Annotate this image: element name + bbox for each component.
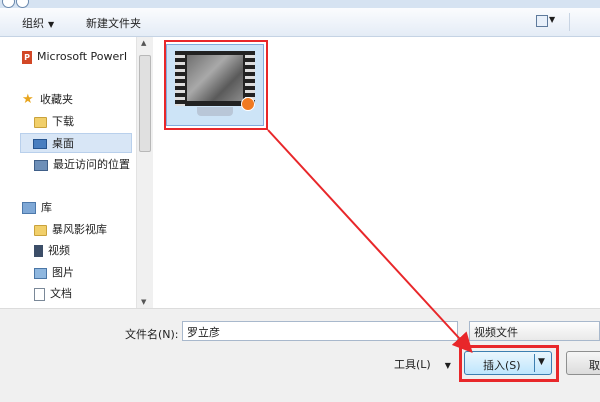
arrow-line [267,129,473,353]
annotation-arrow [267,129,473,353]
